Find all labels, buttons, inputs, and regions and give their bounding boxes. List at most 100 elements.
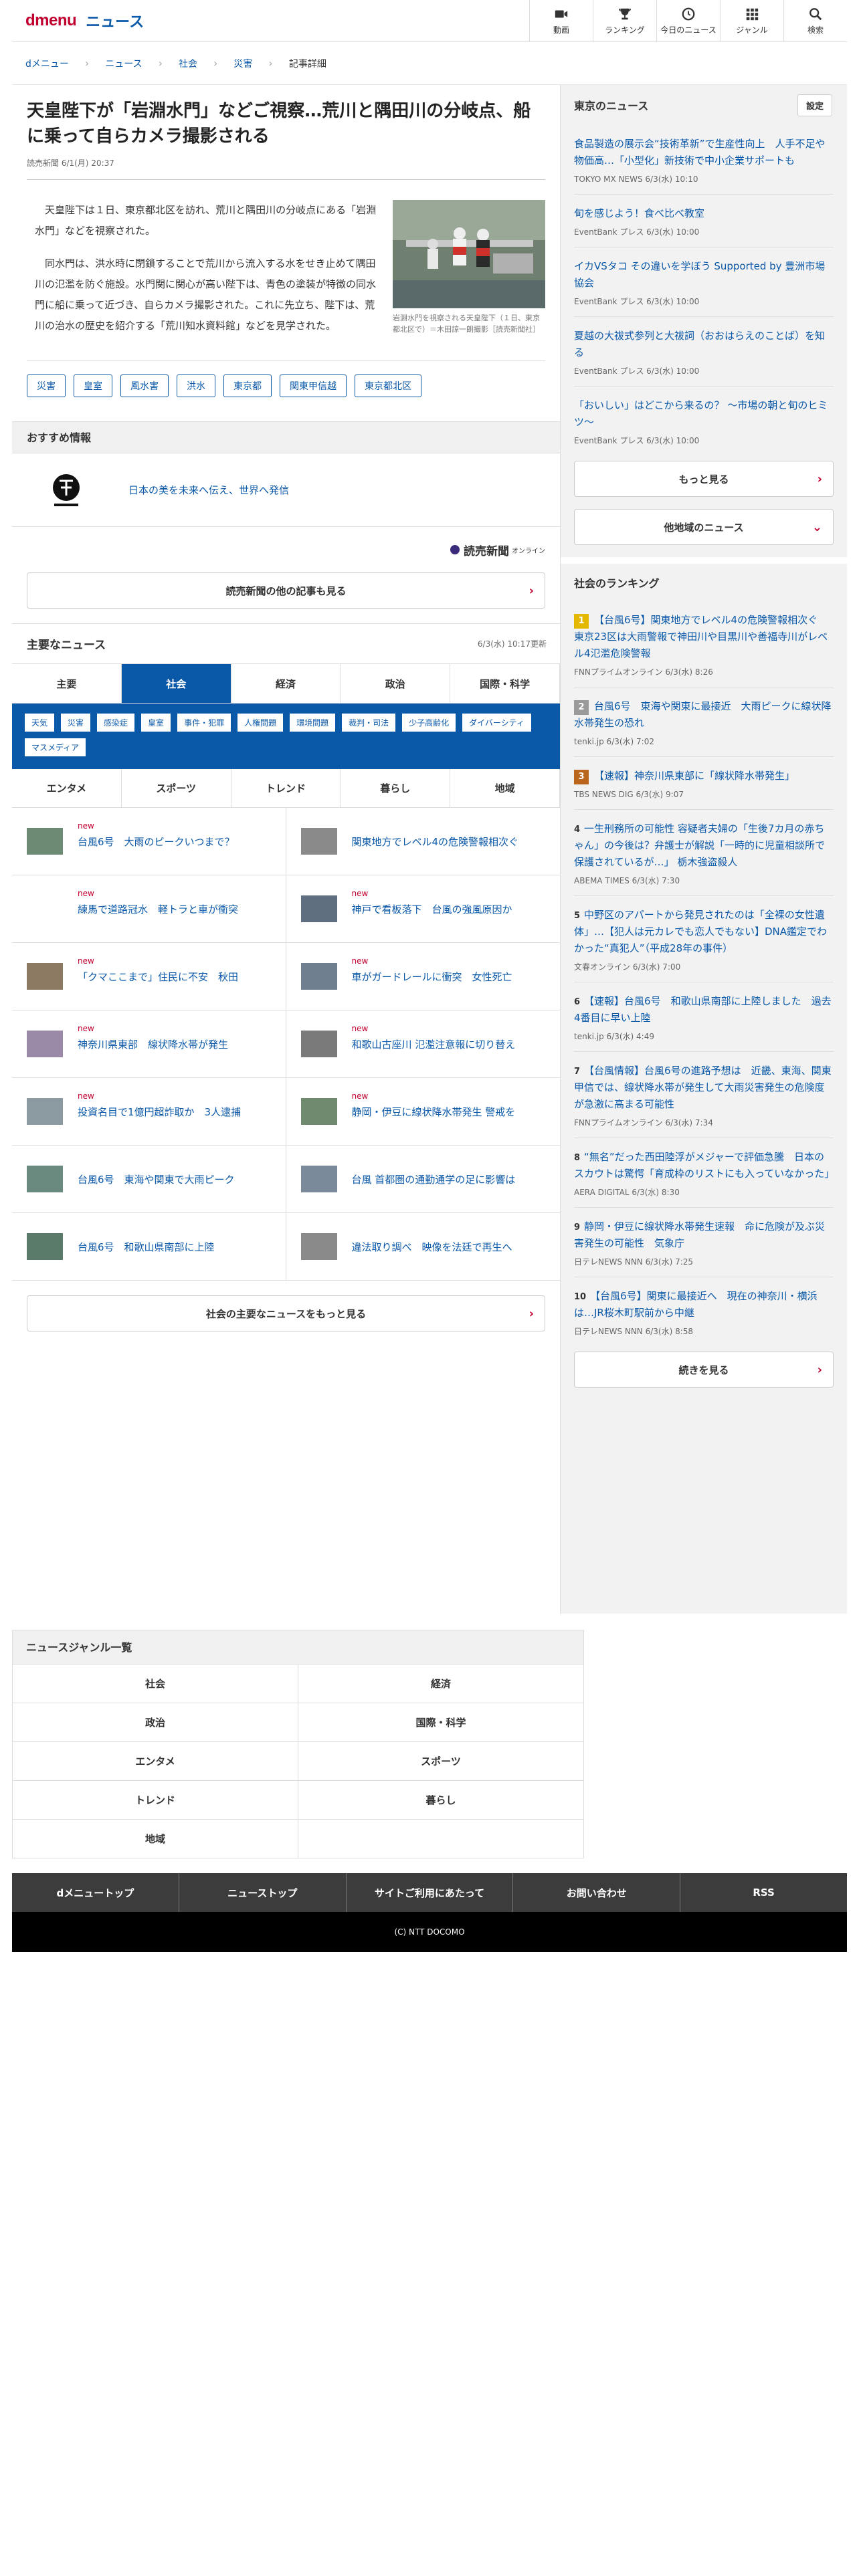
news-list-item[interactable]: 台風6号 和歌山県南部に上陸 <box>12 1213 286 1281</box>
news-title[interactable]: 「クマここまで」住民に不安 秋田 new <box>78 956 238 984</box>
nav-today[interactable]: 今日のニュース <box>656 0 720 42</box>
subtag-link[interactable]: 天気 <box>24 713 56 732</box>
ranking-title[interactable]: 【速報】台風6号 和歌山県南部に上陸しました 過去4番目に早い上陸 <box>574 995 832 1024</box>
footer-link-terms[interactable]: サイトご利用にあたって <box>347 1873 514 1912</box>
news-list-item[interactable]: 台風6号 大雨のピークいつまで？ new <box>12 808 286 875</box>
genre-link[interactable]: トレンド <box>13 1781 298 1820</box>
tab-main[interactable]: 主要 <box>12 663 122 704</box>
breadcrumb-dmenu[interactable]: dメニュー <box>25 57 69 70</box>
genre-link[interactable]: スポーツ <box>298 1742 584 1781</box>
ranking-more-button[interactable]: 続きを見る › <box>574 1352 834 1388</box>
breadcrumb-news[interactable]: ニュース <box>105 57 142 70</box>
genre-link[interactable]: 暮らし <box>298 1781 584 1820</box>
news-title[interactable]: 関東地方でレベル4の危険警報相次ぐ <box>352 835 519 849</box>
ranking-title[interactable]: 【速報】神奈川県東部に「線状降水帯発生」 <box>594 770 795 782</box>
news-title[interactable]: 台風6号 東海や関東で大雨ピーク <box>78 1172 235 1186</box>
news-title[interactable]: 神戸で看板落下 台風の強風原因か new <box>352 889 512 916</box>
news-title[interactable]: 静岡・伊豆に線状降水帯発生 警戒を new <box>352 1091 516 1119</box>
news-list-item[interactable]: 台風 首都圏の通勤通学の足に影響は <box>286 1146 560 1213</box>
ranking-title[interactable]: 静岡・伊豆に線状降水帯発生速報 命に危険が及ぶ災害発生の可能性 気象庁 <box>574 1220 825 1249</box>
subtag-link[interactable]: 感染症 <box>96 713 136 732</box>
tag-link[interactable]: 洪水 <box>177 374 215 397</box>
tab-sports[interactable]: スポーツ <box>121 769 231 808</box>
footer-link-news-top[interactable]: ニューストップ <box>179 1873 347 1912</box>
genre-link[interactable]: 国際・科学 <box>298 1703 584 1742</box>
nav-search[interactable]: 検索 <box>783 0 847 42</box>
tab-international[interactable]: 国際・科学 <box>450 663 560 704</box>
tab-entertainment[interactable]: エンタメ <box>12 769 122 808</box>
ranking-title[interactable]: “無名”だった西田陸浮がメジャーで評価急騰 日本のスカウトは驚愕「育成枠のリスト… <box>574 1151 834 1180</box>
news-list-item[interactable]: 車がガードレールに衝突 女性死亡 new <box>286 943 560 1010</box>
news-title[interactable]: 投資名目で1億円超詐取か 3人逮捕 new <box>78 1091 241 1119</box>
breadcrumb-society[interactable]: 社会 <box>179 57 197 70</box>
subtag-link[interactable]: ダイバーシティ <box>462 713 532 732</box>
ranking-title[interactable]: 中野区のアパートから発見されたのは「全裸の女性遺体」…【犯人は元カレでも恋人でも… <box>574 909 827 954</box>
ranking-title[interactable]: 【台風6号】関東地方でレベル4の危険警報相次ぐ 東京23区は大雨警報で神田川や目… <box>574 614 828 659</box>
news-title[interactable]: 台風6号 和歌山県南部に上陸 <box>78 1240 215 1254</box>
subtag-link[interactable]: マスメディア <box>24 738 87 757</box>
subtag-link[interactable]: 裁判・司法 <box>341 713 397 732</box>
news-title[interactable]: 台風6号 大雨のピークいつまで？ new <box>78 821 235 849</box>
news-list-item[interactable]: 神戸で看板落下 台風の強風原因か new <box>286 875 560 943</box>
news-list-item[interactable]: 台風6号 東海や関東で大雨ピーク <box>12 1146 286 1213</box>
subtag-link[interactable]: 災害 <box>60 713 92 732</box>
yomiuri-more-button[interactable]: 読売新聞の他の記事も見る › <box>27 572 545 609</box>
news-list-item[interactable]: 関東地方でレベル4の危険警報相次ぐ <box>286 808 560 875</box>
tab-politics[interactable]: 政治 <box>341 663 451 704</box>
recommend-text[interactable]: 日本の美を未来へ伝え、世界へ発信 <box>128 483 289 497</box>
news-list-item[interactable]: 和歌山古座川 氾濫注意報に切り替え new <box>286 1010 560 1078</box>
recommend-item[interactable]: 日本の美を未来へ伝え、世界へ発信 <box>12 453 560 527</box>
tag-link[interactable]: 関東甲信越 <box>280 374 347 397</box>
tokyo-news-title[interactable]: 旬を感じよう！食べ比べ教室 <box>574 207 704 219</box>
tokyo-more-button[interactable]: もっと見る › <box>574 461 834 497</box>
ranking-title[interactable]: 【台風6号】関東に最接近へ 現在の神奈川・横浜は…JR桜木町駅前から中継 <box>574 1290 818 1319</box>
footer-link-contact[interactable]: お問い合わせ <box>513 1873 681 1912</box>
subtag-link[interactable]: 人権問題 <box>237 713 284 732</box>
tokyo-setting-button[interactable]: 設定 <box>797 94 832 116</box>
tag-link[interactable]: 皇室 <box>74 374 112 397</box>
tab-region[interactable]: 地域 <box>450 769 560 808</box>
news-list-item[interactable]: 違法取り調べ 映像を法廷で再生へ <box>286 1213 560 1281</box>
news-list-item[interactable]: 練馬で道路冠水 軽トラと車が衝突 new <box>12 875 286 943</box>
subtag-link[interactable]: 皇室 <box>140 713 172 732</box>
tab-society[interactable]: 社会 <box>121 663 231 704</box>
other-region-button[interactable]: 他地域のニュース ⌄ <box>574 509 834 545</box>
tag-link[interactable]: 東京都北区 <box>355 374 421 397</box>
news-title[interactable]: 和歌山古座川 氾濫注意報に切り替え new <box>352 1024 516 1051</box>
news-list-item[interactable]: 神奈川県東部 線状降水帯が発生 new <box>12 1010 286 1078</box>
nav-genre[interactable]: ジャンル <box>720 0 783 42</box>
genre-link[interactable]: 社会 <box>13 1665 298 1703</box>
tokyo-news-title[interactable]: イカVSタコ その違いを学ぼう Supported by 豊洲市場協会 <box>574 260 825 289</box>
tab-economy[interactable]: 経済 <box>231 663 341 704</box>
subtag-link[interactable]: 少子高齢化 <box>401 713 457 732</box>
article-photo[interactable] <box>393 200 545 308</box>
news-logo[interactable]: ニュース <box>86 10 144 31</box>
ranking-title[interactable]: 台風6号 東海や関東に最接近 大雨ピークに線状降水帯発生の恐れ <box>574 700 832 729</box>
subtag-link[interactable]: 事件・犯罪 <box>177 713 232 732</box>
tag-link[interactable]: 災害 <box>27 374 66 397</box>
nav-video[interactable]: 動画 <box>529 0 593 42</box>
tokyo-news-title[interactable]: 夏越の大祓式参列と大祓詞（おおはらえのことば）を知る <box>574 330 825 358</box>
logo[interactable]: dmenu ニュース <box>25 0 144 42</box>
news-list-item[interactable]: 投資名目で1億円超詐取か 3人逮捕 new <box>12 1078 286 1146</box>
breadcrumb-disaster[interactable]: 災害 <box>233 57 252 70</box>
tokyo-news-title[interactable]: 「おいしい」はどこから来るの？ 〜市場の朝と旬のヒミツ〜 <box>574 399 828 428</box>
news-title[interactable]: 台風 首都圏の通勤通学の足に影響は <box>352 1172 516 1186</box>
ranking-title[interactable]: 一生刑務所の可能性 容疑者夫婦の「生後7カ月の赤ちゃん」の今後は？弁護士が解説「… <box>574 823 825 868</box>
news-list-item[interactable]: 「クマここまで」住民に不安 秋田 new <box>12 943 286 1010</box>
subtag-link[interactable]: 環境問題 <box>289 713 337 732</box>
footer-link-dmenu-top[interactable]: dメニュートップ <box>12 1873 179 1912</box>
nav-ranking[interactable]: ランキング <box>593 0 656 42</box>
footer-link-rss[interactable]: RSS <box>680 1873 847 1912</box>
tokyo-news-title[interactable]: 食品製造の展示会“技術革新”で生産性向上 人手不足や物価高…「小型化」新技術で中… <box>574 138 826 167</box>
news-title[interactable]: 神奈川県東部 線状降水帯が発生 new <box>78 1024 228 1051</box>
genre-link[interactable]: 経済 <box>298 1665 584 1703</box>
genre-link[interactable]: 政治 <box>13 1703 298 1742</box>
tab-life[interactable]: 暮らし <box>341 769 451 808</box>
news-title[interactable]: 違法取り調べ 映像を法廷で再生へ <box>352 1240 512 1254</box>
genre-link[interactable]: エンタメ <box>13 1742 298 1781</box>
dmenu-logo[interactable]: dmenu <box>25 11 77 30</box>
tag-link[interactable]: 東京都 <box>223 374 272 397</box>
genre-link[interactable]: 地域 <box>13 1820 298 1858</box>
news-title[interactable]: 車がガードレールに衝突 女性死亡 new <box>352 956 512 984</box>
